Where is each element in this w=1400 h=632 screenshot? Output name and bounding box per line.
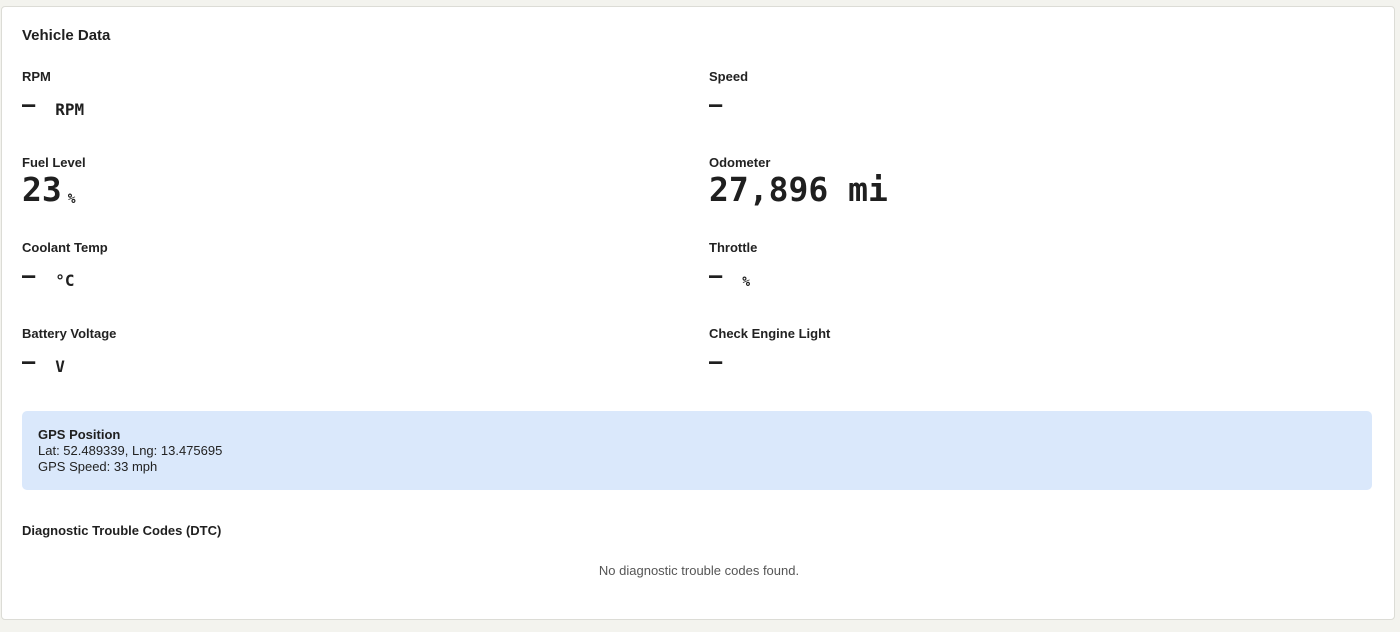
metric-value-fuel-level: 23%	[22, 171, 76, 217]
throttle-value: —	[709, 264, 723, 289]
coolant-temp-unit: °C	[55, 271, 75, 290]
metric-value-rpm: — RPM	[22, 93, 85, 120]
rpm-unit: RPM	[55, 100, 85, 119]
battery-voltage-unit: V	[55, 357, 65, 376]
vehicle-data-card: Vehicle Data RPM — RPM Speed — Fuel Level…	[1, 6, 1395, 620]
metric-fuel-level: Fuel Level 23%	[22, 155, 86, 209]
gps-title: GPS Position	[38, 427, 121, 442]
metric-throttle: Throttle —%	[709, 240, 758, 290]
gps-position-panel: GPS Position Lat: 52.489339, Lng: 13.475…	[22, 411, 1372, 490]
metric-value-coolant-temp: — °C	[22, 264, 75, 291]
throttle-unit: %	[742, 275, 751, 290]
fuel-level-value: 23	[22, 170, 62, 209]
dtc-empty-message: No diagnostic trouble codes found.	[598, 563, 800, 578]
metric-label-check-engine-light: Check Engine Light	[709, 326, 831, 341]
metric-label-throttle: Throttle	[709, 240, 758, 255]
fuel-level-unit: %	[67, 192, 76, 207]
metric-label-rpm: RPM	[22, 69, 51, 84]
metric-label-odometer: Odometer	[709, 155, 771, 170]
metric-value-speed: —	[709, 95, 722, 117]
metric-label-speed: Speed	[709, 69, 749, 84]
coolant-temp-value: —	[22, 264, 36, 289]
metric-label-fuel-level: Fuel Level	[22, 155, 86, 170]
speed-value: —	[709, 93, 723, 118]
metric-value-battery-voltage: — V	[22, 350, 65, 377]
metric-battery-voltage: Battery Voltage — V	[22, 326, 117, 376]
battery-voltage-value: —	[22, 350, 36, 375]
metric-coolant-temp: Coolant Temp — °C	[22, 240, 108, 290]
card-title: Vehicle Data	[22, 27, 111, 44]
metric-value-throttle: —%	[709, 266, 750, 291]
metric-label-coolant-temp: Coolant Temp	[22, 240, 108, 255]
rpm-value: —	[22, 93, 36, 118]
metric-check-engine-light: Check Engine Light —	[709, 326, 831, 374]
gps-coordinates: Lat: 52.489339, Lng: 13.475695	[38, 443, 223, 458]
metric-odometer: Odometer 27,896 mi	[709, 155, 888, 209]
metric-rpm: RPM — RPM	[22, 69, 84, 119]
metric-label-battery-voltage: Battery Voltage	[22, 326, 117, 341]
odometer-value: 27,896 mi	[709, 170, 888, 209]
metric-value-check-engine-light: —	[709, 352, 722, 374]
dtc-title: Diagnostic Trouble Codes (DTC)	[22, 523, 222, 538]
metric-value-odometer: 27,896 mi	[709, 171, 888, 209]
check-engine-light-value: —	[709, 350, 723, 375]
gps-speed: GPS Speed: 33 mph	[38, 459, 158, 474]
metric-speed: Speed —	[709, 69, 749, 117]
